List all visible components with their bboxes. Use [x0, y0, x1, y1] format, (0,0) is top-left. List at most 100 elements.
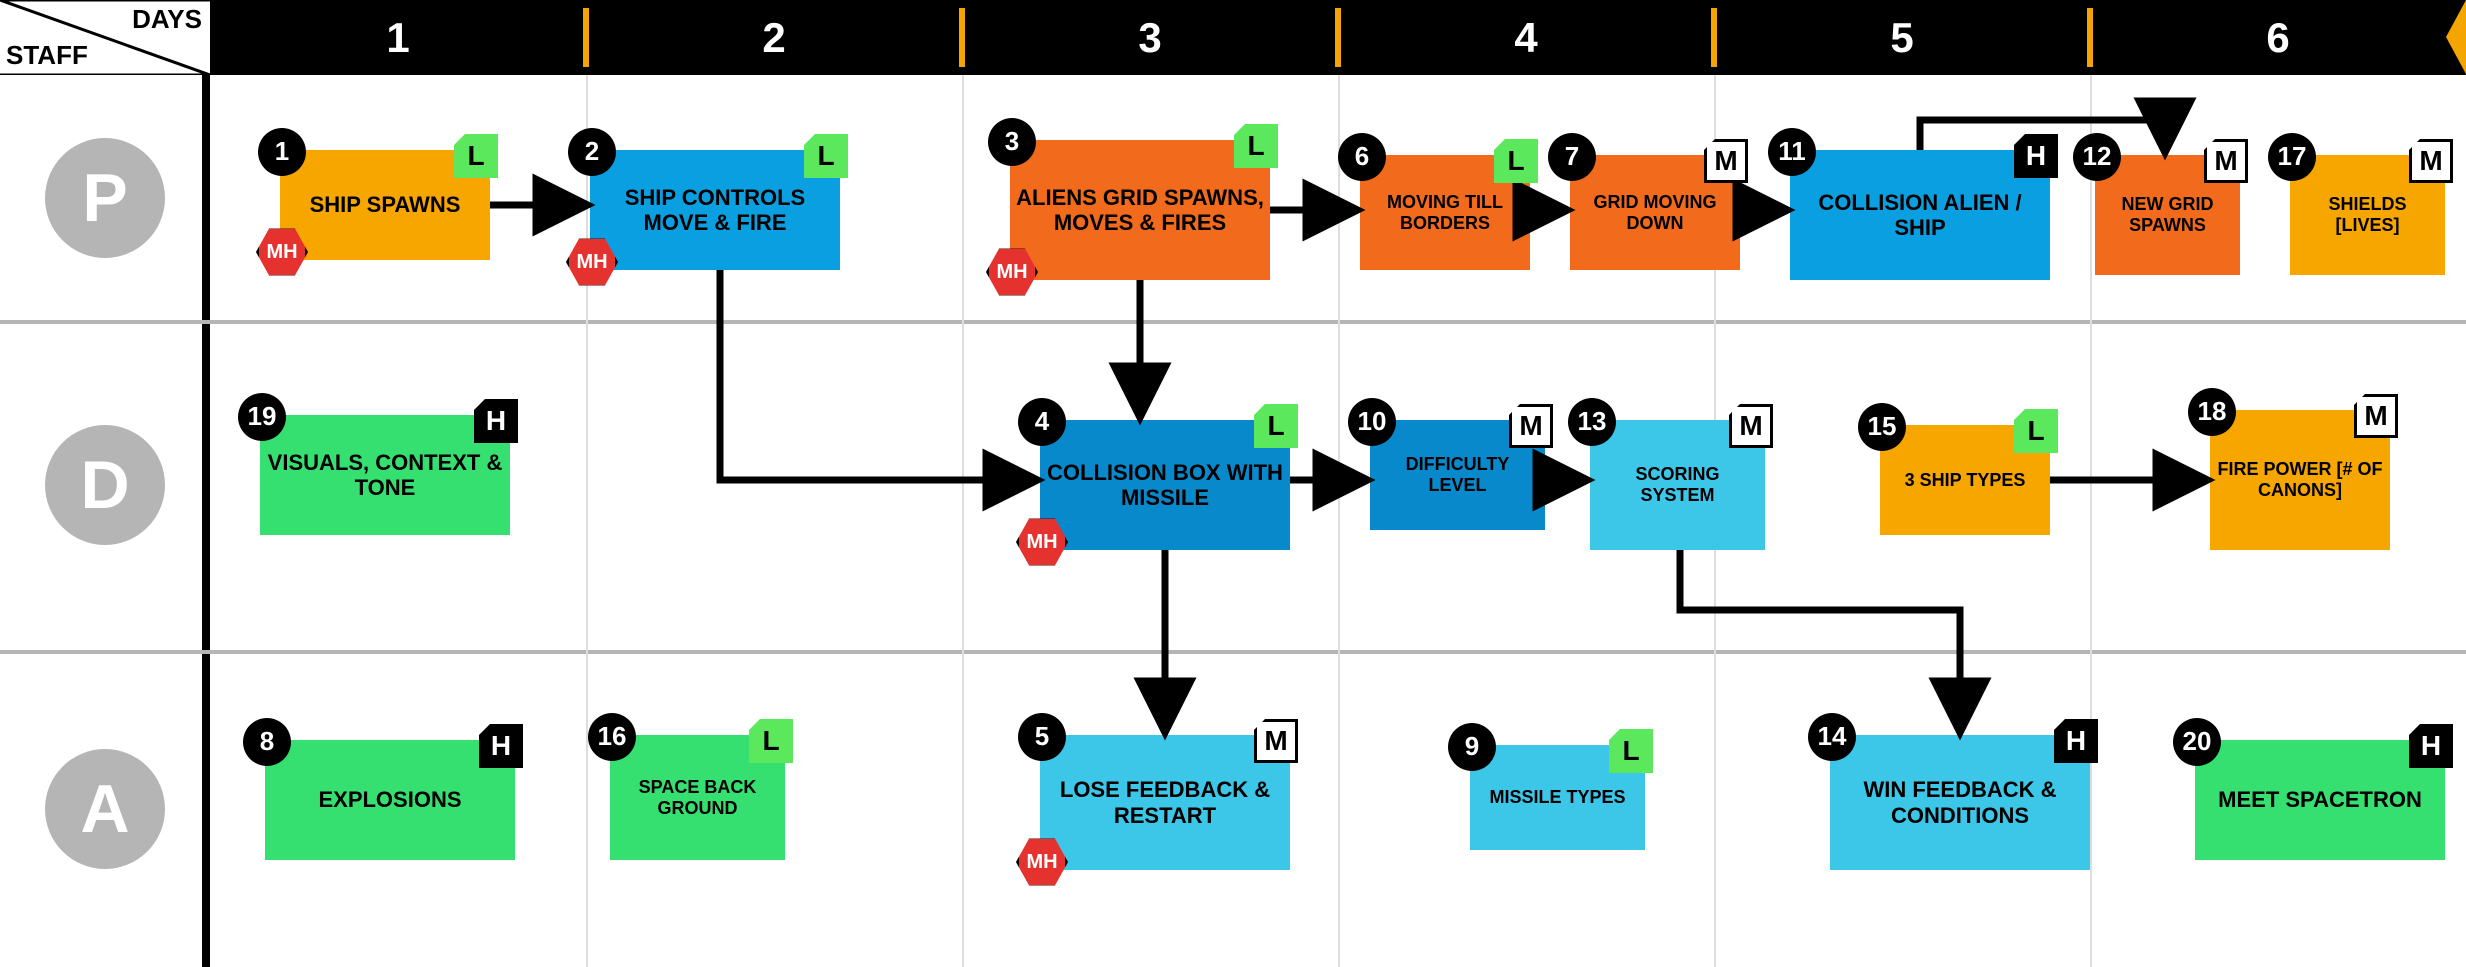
task-title: 3 SHIP TYPES — [1905, 470, 2026, 491]
task-card-13: SCORING SYSTEM13M — [1590, 420, 1765, 550]
task-title: SHIELDS [LIVES] — [2296, 194, 2439, 235]
effort-tag: M — [2409, 139, 2453, 183]
effort-tag: L — [1494, 139, 1538, 183]
effort-tag: M — [1509, 404, 1553, 448]
must-have-badge: MH — [986, 246, 1038, 298]
task-title: SCORING SYSTEM — [1596, 464, 1759, 505]
staff-badge: A — [45, 749, 165, 869]
effort-tag: H — [2014, 134, 2058, 178]
task-title: ALIENS GRID SPAWNS, MOVES & FIRES — [1016, 185, 1264, 236]
task-card-8: EXPLOSIONS8H — [265, 740, 515, 860]
task-title: LOSE FEEDBACK & RESTART — [1046, 777, 1284, 828]
day-header-cell: 6 — [2090, 0, 2466, 75]
header-corner: DAYS STAFF — [0, 0, 210, 75]
effort-tag: H — [2054, 719, 2098, 763]
task-number-badge: 18 — [2188, 388, 2236, 436]
task-card-6: MOVING TILL BORDERS6L — [1360, 155, 1530, 270]
task-card-18: FIRE POWER [# OF CANONS]18M — [2210, 410, 2390, 550]
task-card-11: COLLISION ALIEN / SHIP11H — [1790, 150, 2050, 280]
effort-tag: L — [1609, 729, 1653, 773]
dependency-arrow — [1680, 550, 1960, 730]
staff-column: PD A — [0, 75, 210, 967]
task-number-badge: 5 — [1018, 713, 1066, 761]
task-card-12: NEW GRID SPAWNS12M — [2095, 155, 2240, 275]
task-number-badge: 16 — [588, 713, 636, 761]
task-number-badge: 13 — [1568, 398, 1616, 446]
task-card-1: SHIP SPAWNS1LMH — [280, 150, 490, 260]
task-card-9: MISSILE TYPES9L — [1470, 745, 1645, 850]
task-number-badge: 10 — [1348, 398, 1396, 446]
day-column-separator — [1338, 75, 1340, 967]
task-number-badge: 7 — [1548, 133, 1596, 181]
days-axis-label: DAYS — [132, 4, 202, 35]
task-card-2: SHIP CONTROLS MOVE & FIRE2LMH — [590, 150, 840, 270]
task-number-badge: 8 — [243, 718, 291, 766]
task-card-17: SHIELDS [LIVES]17M — [2290, 155, 2445, 275]
staff-badge: D — [45, 425, 165, 545]
task-card-16: SPACE BACK GROUND16L — [610, 735, 785, 860]
task-card-15: 3 SHIP TYPES15L — [1880, 425, 2050, 535]
task-card-3: ALIENS GRID SPAWNS, MOVES & FIRES3LMH — [1010, 140, 1270, 280]
task-title: FIRE POWER [# OF CANONS] — [2216, 459, 2384, 500]
task-card-4: COLLISION BOX WITH MISSILE4LMH — [1040, 420, 1290, 550]
must-have-badge: MH — [566, 236, 618, 288]
task-number-badge: 3 — [988, 118, 1036, 166]
row-separator — [0, 320, 2466, 324]
day-header-cell: 1 — [210, 0, 586, 75]
staff-axis-label: STAFF — [6, 40, 88, 71]
task-card-7: GRID MOVING DOWN7M — [1570, 155, 1740, 270]
task-number-badge: 15 — [1858, 403, 1906, 451]
must-have-badge: MH — [1016, 836, 1068, 888]
task-number-badge: 19 — [238, 393, 286, 441]
task-title: SHIP CONTROLS MOVE & FIRE — [596, 185, 834, 236]
effort-tag: L — [2014, 409, 2058, 453]
staff-cell: D — [0, 320, 210, 650]
effort-tag: L — [1234, 124, 1278, 168]
day-header-cell: 3 — [962, 0, 1338, 75]
task-title: WIN FEEDBACK & CONDITIONS — [1836, 777, 2084, 828]
task-number-badge: 1 — [258, 128, 306, 176]
task-title: NEW GRID SPAWNS — [2101, 194, 2234, 235]
task-title: MOVING TILL BORDERS — [1366, 192, 1524, 233]
effort-tag: L — [749, 719, 793, 763]
task-title: COLLISION BOX WITH MISSILE — [1046, 460, 1284, 511]
day-column-separator — [586, 75, 588, 967]
effort-tag: M — [1729, 404, 1773, 448]
staff-cell: P — [0, 75, 210, 320]
task-number-badge: 11 — [1768, 128, 1816, 176]
task-number-badge: 20 — [2173, 718, 2221, 766]
task-number-badge: 12 — [2073, 133, 2121, 181]
task-title: SHIP SPAWNS — [310, 192, 461, 217]
task-title: SPACE BACK GROUND — [616, 777, 779, 818]
days-header: 123456 — [210, 0, 2466, 75]
task-title: GRID MOVING DOWN — [1576, 192, 1734, 233]
dependency-arrow — [720, 270, 1035, 480]
day-header-cell: 4 — [1338, 0, 1714, 75]
task-title: COLLISION ALIEN / SHIP — [1796, 190, 2044, 241]
task-title: MEET SPACETRON — [2218, 787, 2422, 812]
effort-tag: M — [2354, 394, 2398, 438]
timeline-arrow-icon — [2446, 0, 2466, 74]
staff-cell: A — [0, 650, 210, 967]
task-number-badge: 9 — [1448, 723, 1496, 771]
task-title: EXPLOSIONS — [318, 787, 461, 812]
day-header-cell: 5 — [1714, 0, 2090, 75]
effort-tag: M — [2204, 139, 2248, 183]
task-card-20: MEET SPACETRON20H — [2195, 740, 2445, 860]
effort-tag: H — [2409, 724, 2453, 768]
task-number-badge: 14 — [1808, 713, 1856, 761]
task-card-14: WIN FEEDBACK & CONDITIONS14H — [1830, 735, 2090, 870]
task-number-badge: 4 — [1018, 398, 1066, 446]
task-title: DIFFICULTY LEVEL — [1376, 454, 1539, 495]
task-title: VISUALS, CONTEXT & TONE — [266, 450, 504, 501]
task-card-5: LOSE FEEDBACK & RESTART5MMH — [1040, 735, 1290, 870]
effort-tag: L — [454, 134, 498, 178]
effort-tag: M — [1254, 719, 1298, 763]
effort-tag: L — [1254, 404, 1298, 448]
task-card-19: VISUALS, CONTEXT & TONE19H — [260, 415, 510, 535]
must-have-badge: MH — [1016, 516, 1068, 568]
planning-board: DAYS STAFF 123456 PDA SHIP SPAWNS1LMHSHI… — [0, 0, 2466, 967]
task-number-badge: 2 — [568, 128, 616, 176]
day-column-separator — [962, 75, 964, 967]
task-number-badge: 6 — [1338, 133, 1386, 181]
